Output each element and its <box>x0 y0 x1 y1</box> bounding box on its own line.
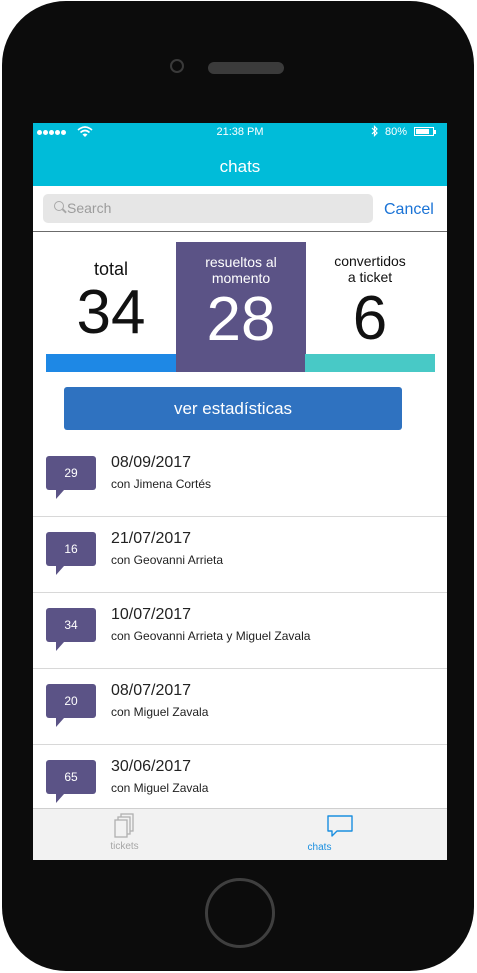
chat-date: 30/06/2017 <box>111 758 192 775</box>
stat-resolved-label-line1: resueltos al <box>205 254 277 270</box>
chat-date: 08/09/2017 <box>111 454 192 471</box>
stat-resolved-label-line2: momento <box>211 270 271 286</box>
stat-total-bar <box>46 354 176 372</box>
chat-participants: con Geovanni Arrieta y Miguel Zavala <box>111 629 311 643</box>
chat-list-item[interactable]: 16 21/07/2017 con Geovanni Arrieta <box>33 517 447 593</box>
app-screen: 21:38 PM 80% chats Search Cancel total 3… <box>33 123 447 860</box>
battery-percent: 80% <box>385 126 408 138</box>
camera-icon <box>170 59 184 73</box>
chat-date: 21/07/2017 <box>111 530 192 547</box>
view-stats-button[interactable]: ver estadísticas <box>64 387 402 430</box>
stat-converted-bar <box>305 354 435 372</box>
chat-count-bubble: 29 <box>46 456 96 499</box>
stat-converted-label-line1: convertidos <box>334 253 406 269</box>
stat-total-value: 34 <box>76 278 146 347</box>
stat-total-label: total <box>93 259 129 279</box>
cancel-button[interactable]: Cancel <box>384 201 434 219</box>
tab-chats[interactable]: chats <box>240 809 447 860</box>
stat-converted-label-line2: a ticket <box>347 269 393 285</box>
search-icon <box>54 201 64 211</box>
chat-date: 08/07/2017 <box>111 682 192 699</box>
speaker-grille <box>208 62 284 74</box>
header-bar: 21:38 PM 80% chats <box>33 123 447 186</box>
chat-participants: con Miguel Zavala <box>111 781 209 795</box>
search-bar: Search Cancel <box>33 186 447 232</box>
chat-participants: con Geovanni Arrieta <box>111 553 224 567</box>
stat-total: total 34 <box>46 241 176 344</box>
chat-list: 29 08/09/2017 con Jimena Cortés 16 21/07… <box>33 441 447 820</box>
chat-list-item[interactable]: 29 08/09/2017 con Jimena Cortés <box>33 441 447 517</box>
stat-resolved-label: resueltos al momento <box>176 254 306 286</box>
stat-converted-value: 6 <box>352 284 388 353</box>
chat-list-item[interactable]: 20 08/07/2017 con Miguel Zavala <box>33 669 447 745</box>
search-input[interactable]: Search <box>43 194 373 223</box>
chat-participants: con Jimena Cortés <box>111 477 212 491</box>
chat-count-bubble: 34 <box>46 608 96 651</box>
chat-date: 10/07/2017 <box>111 606 192 623</box>
tab-bar: tickets chats <box>33 808 447 860</box>
home-button[interactable] <box>205 878 275 948</box>
stat-converted: convertidos a ticket 6 <box>305 241 435 350</box>
stat-converted-label: convertidos a ticket <box>305 253 435 285</box>
search-placeholder: Search <box>67 200 112 216</box>
chat-count-bubble: 65 <box>46 760 96 803</box>
stat-resolved: resueltos al momento 28 <box>176 242 306 372</box>
page-title: chats <box>219 157 261 176</box>
chat-bubble-icon <box>327 815 353 837</box>
chat-list-item[interactable]: 34 10/07/2017 con Geovanni Arrieta y Mig… <box>33 593 447 669</box>
chat-count-bubble: 16 <box>46 532 96 575</box>
battery-icon <box>414 127 436 136</box>
chat-count-bubble: 20 <box>46 684 96 727</box>
bluetooth-icon <box>371 125 378 137</box>
tab-chats-label: chats <box>307 842 332 853</box>
tickets-icon <box>114 813 134 838</box>
chat-participants: con Miguel Zavala <box>111 705 209 719</box>
tab-tickets[interactable]: tickets <box>33 809 240 860</box>
stat-resolved-value: 28 <box>206 285 276 354</box>
tab-tickets-label: tickets <box>110 841 139 852</box>
status-bar: 21:38 PM 80% <box>33 123 447 143</box>
